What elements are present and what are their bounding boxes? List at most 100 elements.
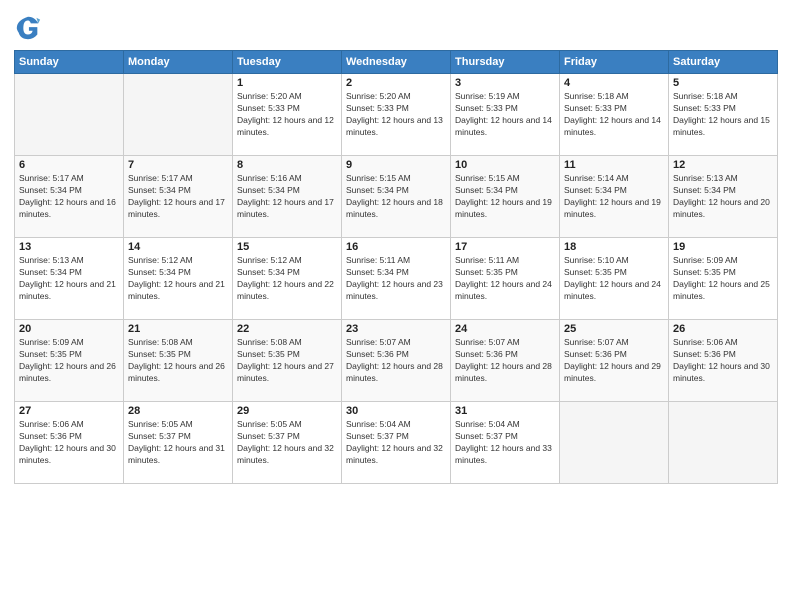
day-number: 31 xyxy=(455,405,555,417)
calendar-header: SundayMondayTuesdayWednesdayThursdayFrid… xyxy=(15,51,778,74)
day-info: Sunrise: 5:18 AM Sunset: 5:33 PM Dayligh… xyxy=(673,91,773,139)
day-cell: 28 Sunrise: 5:05 AM Sunset: 5:37 PM Dayli… xyxy=(124,402,233,484)
day-info: Sunrise: 5:17 AM Sunset: 5:34 PM Dayligh… xyxy=(19,173,119,221)
day-info: Sunrise: 5:04 AM Sunset: 5:37 PM Dayligh… xyxy=(455,419,555,467)
day-info: Sunrise: 5:16 AM Sunset: 5:34 PM Dayligh… xyxy=(237,173,337,221)
day-number: 3 xyxy=(455,77,555,89)
day-info: Sunrise: 5:04 AM Sunset: 5:37 PM Dayligh… xyxy=(346,419,446,467)
day-cell: 24 Sunrise: 5:07 AM Sunset: 5:36 PM Dayli… xyxy=(451,320,560,402)
week-row-1: 1 Sunrise: 5:20 AM Sunset: 5:33 PM Daylig… xyxy=(15,74,778,156)
day-cell: 18 Sunrise: 5:10 AM Sunset: 5:35 PM Dayli… xyxy=(560,238,669,320)
day-number: 11 xyxy=(564,159,664,171)
header-day-friday: Friday xyxy=(560,51,669,74)
header-day-thursday: Thursday xyxy=(451,51,560,74)
day-cell: 31 Sunrise: 5:04 AM Sunset: 5:37 PM Dayli… xyxy=(451,402,560,484)
day-number: 15 xyxy=(237,241,337,253)
day-info: Sunrise: 5:20 AM Sunset: 5:33 PM Dayligh… xyxy=(237,91,337,139)
day-info: Sunrise: 5:11 AM Sunset: 5:35 PM Dayligh… xyxy=(455,255,555,303)
day-number: 23 xyxy=(346,323,446,335)
day-number: 21 xyxy=(128,323,228,335)
day-cell: 21 Sunrise: 5:08 AM Sunset: 5:35 PM Dayli… xyxy=(124,320,233,402)
day-cell: 4 Sunrise: 5:18 AM Sunset: 5:33 PM Daylig… xyxy=(560,74,669,156)
day-cell: 26Sunrise: 5:06 AM Sunset: 5:36 PM Dayli… xyxy=(669,320,778,402)
page: SundayMondayTuesdayWednesdayThursdayFrid… xyxy=(0,0,792,612)
day-number: 10 xyxy=(455,159,555,171)
day-number: 17 xyxy=(455,241,555,253)
day-number: 2 xyxy=(346,77,446,89)
day-cell: 29 Sunrise: 5:05 AM Sunset: 5:37 PM Dayli… xyxy=(233,402,342,484)
day-number: 9 xyxy=(346,159,446,171)
day-cell xyxy=(15,74,124,156)
day-cell: 6 Sunrise: 5:17 AM Sunset: 5:34 PM Daylig… xyxy=(15,156,124,238)
day-cell: 23 Sunrise: 5:07 AM Sunset: 5:36 PM Dayli… xyxy=(342,320,451,402)
day-info: Sunrise: 5:15 AM Sunset: 5:34 PM Dayligh… xyxy=(346,173,446,221)
day-number: 8 xyxy=(237,159,337,171)
day-info: Sunrise: 5:07 AM Sunset: 5:36 PM Dayligh… xyxy=(346,337,446,385)
day-info: Sunrise: 5:07 AM Sunset: 5:36 PM Dayligh… xyxy=(455,337,555,385)
day-number: 22 xyxy=(237,323,337,335)
header-row: SundayMondayTuesdayWednesdayThursdayFrid… xyxy=(15,51,778,74)
day-info: Sunrise: 5:05 AM Sunset: 5:37 PM Dayligh… xyxy=(128,419,228,467)
day-cell xyxy=(669,402,778,484)
day-info: Sunrise: 5:08 AM Sunset: 5:35 PM Dayligh… xyxy=(128,337,228,385)
day-cell: 22Sunrise: 5:08 AM Sunset: 5:35 PM Dayli… xyxy=(233,320,342,402)
day-info: Sunrise: 5:07 AM Sunset: 5:36 PM Dayligh… xyxy=(564,337,664,385)
day-number: 27 xyxy=(19,405,119,417)
day-cell: 14Sunrise: 5:12 AM Sunset: 5:34 PM Dayli… xyxy=(124,238,233,320)
week-row-3: 13 Sunrise: 5:13 AM Sunset: 5:34 PM Dayli… xyxy=(15,238,778,320)
day-cell: 25 Sunrise: 5:07 AM Sunset: 5:36 PM Dayli… xyxy=(560,320,669,402)
day-number: 30 xyxy=(346,405,446,417)
day-cell: 3Sunrise: 5:19 AM Sunset: 5:33 PM Daylig… xyxy=(451,74,560,156)
logo-icon xyxy=(14,14,42,42)
day-info: Sunrise: 5:13 AM Sunset: 5:34 PM Dayligh… xyxy=(19,255,119,303)
calendar: SundayMondayTuesdayWednesdayThursdayFrid… xyxy=(14,50,778,484)
day-cell: 17 Sunrise: 5:11 AM Sunset: 5:35 PM Dayli… xyxy=(451,238,560,320)
day-cell: 8 Sunrise: 5:16 AM Sunset: 5:34 PM Daylig… xyxy=(233,156,342,238)
day-info: Sunrise: 5:06 AM Sunset: 5:36 PM Dayligh… xyxy=(19,419,119,467)
week-row-5: 27 Sunrise: 5:06 AM Sunset: 5:36 PM Dayli… xyxy=(15,402,778,484)
day-number: 24 xyxy=(455,323,555,335)
day-number: 5 xyxy=(673,77,773,89)
day-info: Sunrise: 5:12 AM Sunset: 5:34 PM Dayligh… xyxy=(237,255,337,303)
day-cell: 30 Sunrise: 5:04 AM Sunset: 5:37 PM Dayli… xyxy=(342,402,451,484)
day-number: 16 xyxy=(346,241,446,253)
day-info: Sunrise: 5:10 AM Sunset: 5:35 PM Dayligh… xyxy=(564,255,664,303)
day-number: 28 xyxy=(128,405,228,417)
day-info: Sunrise: 5:05 AM Sunset: 5:37 PM Dayligh… xyxy=(237,419,337,467)
day-number: 18 xyxy=(564,241,664,253)
day-number: 4 xyxy=(564,77,664,89)
header-day-monday: Monday xyxy=(124,51,233,74)
day-cell: 5 Sunrise: 5:18 AM Sunset: 5:33 PM Daylig… xyxy=(669,74,778,156)
day-cell: 11 Sunrise: 5:14 AM Sunset: 5:34 PM Dayli… xyxy=(560,156,669,238)
day-cell: 19Sunrise: 5:09 AM Sunset: 5:35 PM Dayli… xyxy=(669,238,778,320)
day-number: 19 xyxy=(673,241,773,253)
day-cell: 10Sunrise: 5:15 AM Sunset: 5:34 PM Dayli… xyxy=(451,156,560,238)
header-day-wednesday: Wednesday xyxy=(342,51,451,74)
header-day-tuesday: Tuesday xyxy=(233,51,342,74)
day-cell: 27 Sunrise: 5:06 AM Sunset: 5:36 PM Dayli… xyxy=(15,402,124,484)
day-number: 13 xyxy=(19,241,119,253)
day-info: Sunrise: 5:17 AM Sunset: 5:34 PM Dayligh… xyxy=(128,173,228,221)
calendar-body: 1 Sunrise: 5:20 AM Sunset: 5:33 PM Daylig… xyxy=(15,74,778,484)
day-info: Sunrise: 5:18 AM Sunset: 5:33 PM Dayligh… xyxy=(564,91,664,139)
day-info: Sunrise: 5:06 AM Sunset: 5:36 PM Dayligh… xyxy=(673,337,773,385)
header-day-sunday: Sunday xyxy=(15,51,124,74)
week-row-4: 20Sunrise: 5:09 AM Sunset: 5:35 PM Dayli… xyxy=(15,320,778,402)
day-cell: 7 Sunrise: 5:17 AM Sunset: 5:34 PM Daylig… xyxy=(124,156,233,238)
day-number: 29 xyxy=(237,405,337,417)
day-info: Sunrise: 5:13 AM Sunset: 5:34 PM Dayligh… xyxy=(673,173,773,221)
day-cell: 15 Sunrise: 5:12 AM Sunset: 5:34 PM Dayli… xyxy=(233,238,342,320)
day-cell: 9 Sunrise: 5:15 AM Sunset: 5:34 PM Daylig… xyxy=(342,156,451,238)
day-cell: 2 Sunrise: 5:20 AM Sunset: 5:33 PM Daylig… xyxy=(342,74,451,156)
day-info: Sunrise: 5:20 AM Sunset: 5:33 PM Dayligh… xyxy=(346,91,446,139)
day-number: 25 xyxy=(564,323,664,335)
week-row-2: 6 Sunrise: 5:17 AM Sunset: 5:34 PM Daylig… xyxy=(15,156,778,238)
day-info: Sunrise: 5:09 AM Sunset: 5:35 PM Dayligh… xyxy=(19,337,119,385)
header xyxy=(14,10,778,42)
day-number: 1 xyxy=(237,77,337,89)
day-number: 6 xyxy=(19,159,119,171)
day-number: 7 xyxy=(128,159,228,171)
day-info: Sunrise: 5:14 AM Sunset: 5:34 PM Dayligh… xyxy=(564,173,664,221)
header-day-saturday: Saturday xyxy=(669,51,778,74)
day-info: Sunrise: 5:12 AM Sunset: 5:34 PM Dayligh… xyxy=(128,255,228,303)
